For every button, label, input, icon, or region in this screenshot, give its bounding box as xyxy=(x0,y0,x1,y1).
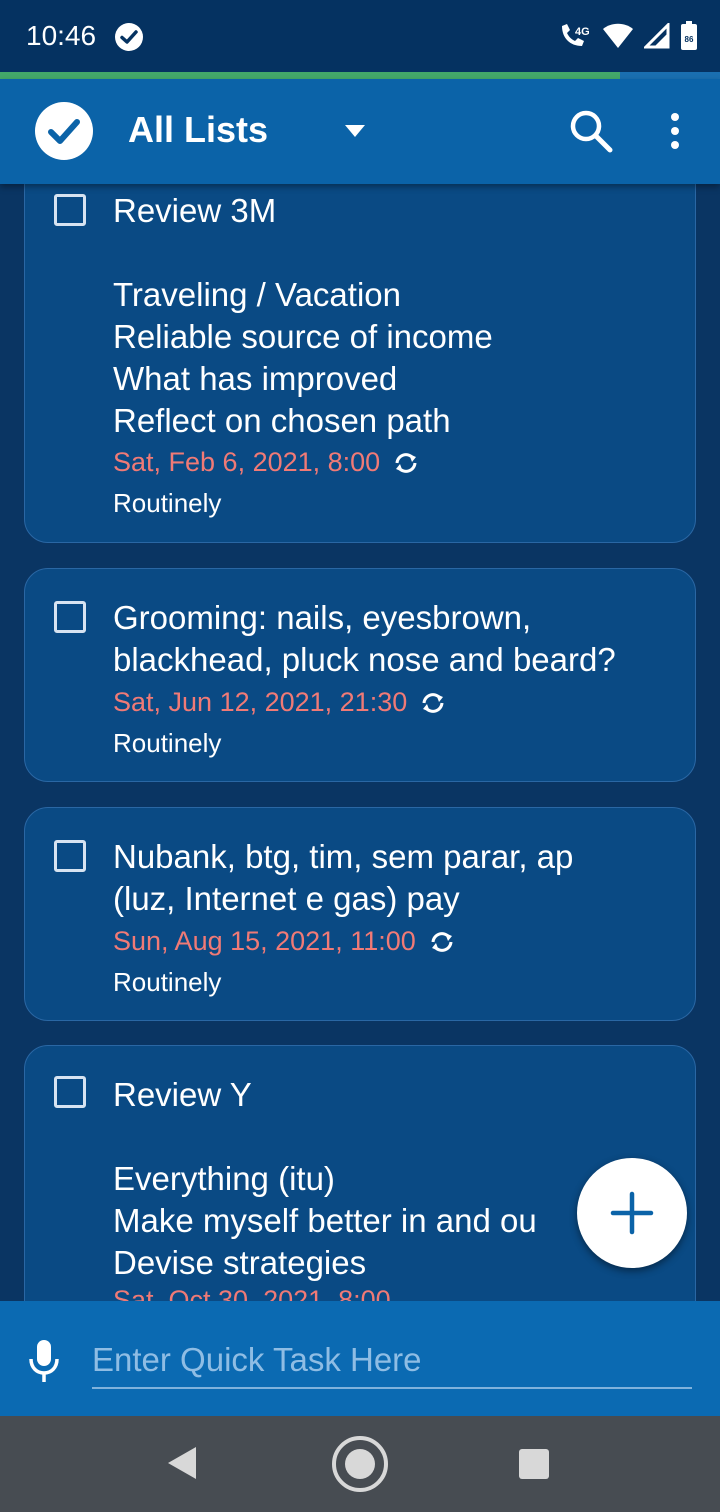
task-due-row: Sat, Jun 12, 2021, 21:30 xyxy=(113,687,447,718)
task-note-line: Reflect on chosen path xyxy=(113,402,451,439)
wifi-icon xyxy=(603,23,633,48)
battery-level-label: 86 xyxy=(685,35,694,44)
task-card[interactable]: Review 3M Traveling / Vacation Reliable … xyxy=(24,184,696,543)
task-title-line: Nubank, btg, tim, sem parar, ap xyxy=(113,838,574,875)
list-selector-title[interactable]: All Lists xyxy=(128,109,268,151)
volte-call-icon: 4G xyxy=(562,24,590,46)
task-due-row: Sun, Aug 15, 2021, 11:00 xyxy=(113,926,456,957)
repeat-icon xyxy=(395,452,417,473)
chevron-down-icon[interactable] xyxy=(343,123,367,139)
task-note-line: Make myself better in and ou xyxy=(113,1202,537,1239)
status-time: 10:46 xyxy=(26,20,97,51)
repeat-icon xyxy=(431,931,453,952)
task-due-date: Sat, Jun 12, 2021, 21:30 xyxy=(113,687,408,717)
task-notes: Everything (itu) Make myself better in a… xyxy=(113,1158,537,1284)
task-note-line: What has improved xyxy=(113,360,398,397)
task-note-line: Traveling / Vacation xyxy=(113,276,401,313)
more-vert-icon[interactable] xyxy=(660,106,690,156)
task-title-line: Grooming: nails, eyesbrown, xyxy=(113,599,532,636)
task-checkbox[interactable] xyxy=(54,194,86,226)
battery-icon: 86 xyxy=(681,21,697,50)
task-checkbox[interactable] xyxy=(54,1076,86,1108)
task-card[interactable]: Grooming: nails, eyesbrown, blackhead, p… xyxy=(24,568,696,782)
task-checkbox[interactable] xyxy=(54,840,86,872)
task-due-date: Sat, Feb 6, 2021, 8:00 xyxy=(113,447,381,477)
task-title: Review 3M xyxy=(113,192,277,229)
status-bar: 10:46 4G 86 xyxy=(0,0,720,72)
check-circle-icon[interactable] xyxy=(34,101,94,161)
mic-icon[interactable] xyxy=(28,1339,60,1383)
home-icon[interactable] xyxy=(330,1434,390,1494)
plus-icon xyxy=(610,1191,654,1235)
recents-icon[interactable] xyxy=(518,1448,550,1480)
task-due-row: Sat, Oct 30, 2021, 8:00 xyxy=(113,1285,391,1301)
task-list-name: Routinely xyxy=(113,728,222,758)
status-icons: 4G 86 xyxy=(558,20,698,52)
quick-task-input[interactable] xyxy=(92,1333,692,1389)
task-due-row: Sat, Feb 6, 2021, 8:00 xyxy=(113,447,420,478)
task-title-line: (luz, Internet e gas) pay xyxy=(113,880,460,917)
signal-icon xyxy=(644,23,670,49)
task-checkbox[interactable] xyxy=(54,601,86,633)
task-title: Review Y xyxy=(113,1076,252,1113)
task-note-line: Everything (itu) xyxy=(113,1160,335,1197)
add-task-button[interactable] xyxy=(577,1158,687,1268)
repeat-icon xyxy=(422,692,444,713)
task-note-line: Reliable source of income xyxy=(113,318,493,355)
task-due-date: Sat, Oct 30, 2021, 8:00 xyxy=(113,1285,391,1301)
sync-progress-track xyxy=(620,72,720,79)
task-title: Grooming: nails, eyesbrown, blackhead, p… xyxy=(113,597,616,681)
task-card[interactable]: Nubank, btg, tim, sem parar, ap (luz, In… xyxy=(24,807,696,1021)
task-title-line: blackhead, pluck nose and beard? xyxy=(113,641,616,678)
quick-task-bar xyxy=(0,1301,720,1416)
task-list: Review 3M Traveling / Vacation Reliable … xyxy=(0,184,720,1301)
task-note-line: Devise strategies xyxy=(113,1244,367,1281)
back-icon[interactable] xyxy=(166,1445,198,1481)
task-list-name: Routinely xyxy=(113,967,222,997)
network-type-label: 4G xyxy=(575,26,590,38)
app-bar: All Lists xyxy=(0,79,720,184)
check-notification-icon xyxy=(115,23,143,51)
task-title: Nubank, btg, tim, sem parar, ap (luz, In… xyxy=(113,836,573,920)
system-nav-bar xyxy=(0,1416,720,1512)
task-list-name: Routinely xyxy=(113,488,222,518)
sync-progress-bar xyxy=(0,72,620,79)
search-icon[interactable] xyxy=(566,106,616,156)
task-due-date: Sun, Aug 15, 2021, 11:00 xyxy=(113,926,416,956)
task-notes: Traveling / Vacation Reliable source of … xyxy=(113,274,493,442)
